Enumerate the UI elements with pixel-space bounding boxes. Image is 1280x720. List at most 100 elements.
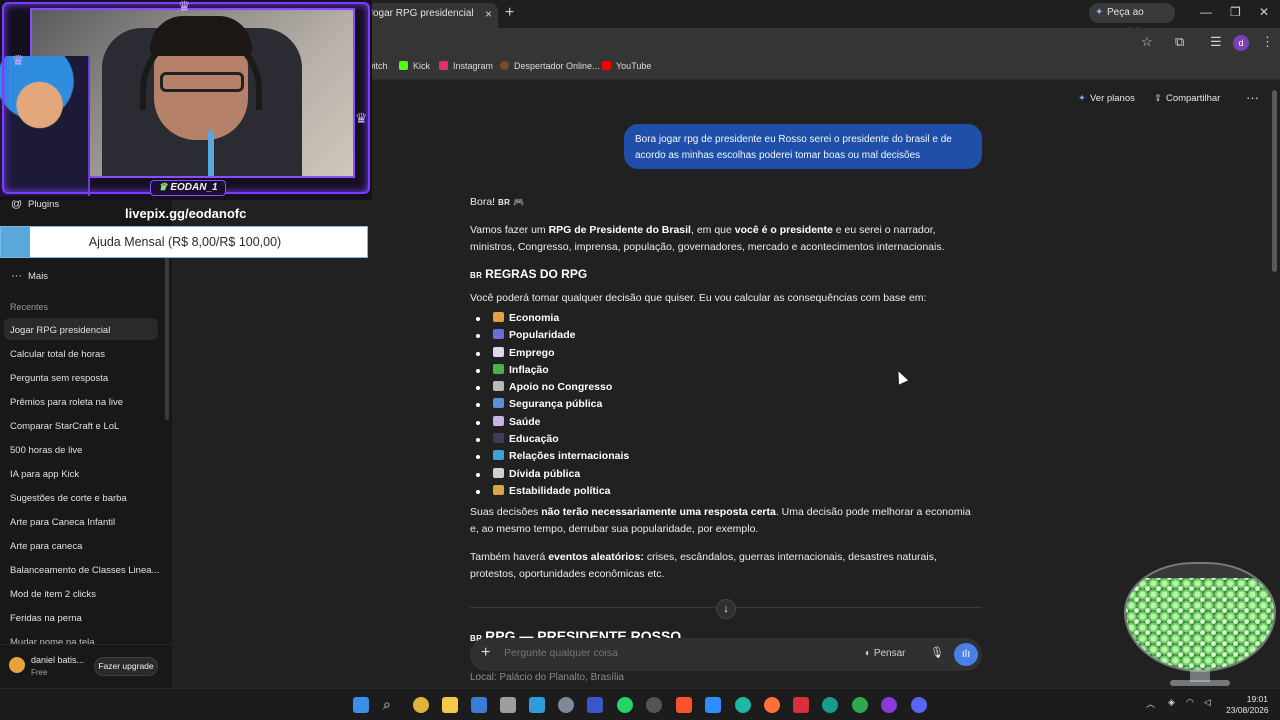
brave-icon[interactable] bbox=[676, 697, 692, 713]
start-icon[interactable] bbox=[353, 697, 369, 713]
user-avatar[interactable] bbox=[9, 657, 25, 673]
rule-emoji-icon bbox=[493, 381, 504, 392]
cartoon-avatar-image bbox=[0, 56, 90, 196]
sidebar-recent-item[interactable]: Feridas na perna bbox=[10, 613, 82, 624]
sidebar-recent-item[interactable]: Prêmios para roleta na live bbox=[10, 397, 123, 408]
rule-item: Relações internacionais bbox=[470, 448, 982, 465]
bowl-contents bbox=[1126, 578, 1274, 670]
minimize-icon[interactable]: — bbox=[1200, 5, 1212, 19]
whatsapp-icon[interactable] bbox=[617, 697, 633, 713]
taskbar-clock[interactable]: 19:01 23/08/2026 bbox=[1226, 694, 1269, 716]
scroll-down-button[interactable]: ↓ bbox=[716, 599, 736, 619]
sidebar-recent-item[interactable]: Sugestões de corte e barba bbox=[10, 493, 127, 504]
stream-overlay: ♛ ♛ ♛ ♛ EODAN_1 bbox=[0, 0, 372, 200]
message-input[interactable] bbox=[504, 647, 834, 659]
sidebar-recent-item[interactable]: Comparar StarCraft e LoL bbox=[10, 421, 119, 432]
sidebar-recent-item[interactable]: Arte para Caneca Infantil bbox=[10, 517, 115, 528]
rule-emoji-icon bbox=[493, 467, 504, 478]
user-name[interactable]: daniel batis... bbox=[31, 655, 84, 665]
donation-goal-bar: Ajuda Mensal (R$ 8,00/R$ 100,00) bbox=[0, 226, 368, 258]
browser-tab-active[interactable]: Jogar RPG presidencial × bbox=[356, 3, 498, 28]
plans-button[interactable]: ✦ Ver planos bbox=[1078, 93, 1135, 104]
restore-icon[interactable]: ❐ bbox=[1230, 5, 1241, 19]
settings-icon[interactable] bbox=[558, 697, 574, 713]
more-options-icon[interactable]: ··· bbox=[1246, 90, 1259, 105]
rule-emoji-icon bbox=[493, 484, 504, 495]
main-scrollbar[interactable] bbox=[1272, 90, 1277, 272]
decisions-paragraph: Suas decisões não terão necessariamente … bbox=[470, 506, 971, 536]
voice-mode-button[interactable]: ılı bbox=[954, 643, 978, 666]
chrome-icon[interactable] bbox=[413, 697, 429, 713]
youtube-icon bbox=[602, 61, 611, 70]
sidebar-scrollbar[interactable] bbox=[165, 230, 169, 420]
network-icon[interactable]: ◈ bbox=[1168, 697, 1175, 708]
tab-close-icon[interactable]: × bbox=[485, 3, 492, 25]
sidebar-recent-item[interactable]: Balanceamento de Classes Linea... bbox=[10, 565, 159, 576]
reading-list-icon[interactable]: ☰ bbox=[1210, 34, 1222, 50]
greeting: Bora! BR 🎮 bbox=[470, 196, 525, 208]
glasses bbox=[160, 72, 244, 92]
share-button[interactable]: ⇪ Compartilhar bbox=[1154, 93, 1220, 104]
rule-item: Dívida pública bbox=[470, 466, 982, 483]
bookmark-kick[interactable]: Kick bbox=[399, 61, 430, 71]
edge-icon[interactable] bbox=[735, 697, 751, 713]
volume-icon[interactable]: ◁ bbox=[1204, 697, 1211, 708]
remote-icon[interactable] bbox=[529, 697, 545, 713]
upgrade-button[interactable]: Fazer upgrade bbox=[94, 657, 158, 676]
app-icon[interactable] bbox=[705, 697, 721, 713]
discord-icon[interactable] bbox=[911, 697, 927, 713]
vivaldi-icon[interactable] bbox=[793, 697, 809, 713]
gemini-button[interactable]: ✦ Peça ao Gemini bbox=[1089, 3, 1175, 38]
app-icon[interactable] bbox=[587, 697, 603, 713]
think-button[interactable]: ◐ Pensar bbox=[865, 648, 906, 659]
tray-chevron-icon[interactable]: ︿ bbox=[1146, 697, 1155, 710]
recents-heading: Recentes bbox=[10, 302, 49, 312]
plus-icon[interactable]: + bbox=[481, 644, 490, 662]
search-icon[interactable]: ⌕ bbox=[383, 696, 391, 713]
screen: Jogar RPG presidencial × + ✦ Peça ao Gem… bbox=[0, 0, 1280, 720]
user-message-bubble: Bora jogar rpg de presidente eu Rosso se… bbox=[624, 124, 982, 169]
user-plan: Free bbox=[31, 668, 48, 677]
crown-icon: ♛ bbox=[355, 110, 368, 126]
sidebar-recent-item[interactable]: Arte para caneca bbox=[10, 541, 82, 552]
tab-title: Jogar RPG presidencial bbox=[368, 8, 474, 19]
calculator-icon[interactable] bbox=[500, 697, 516, 713]
rules-list: Economia Popularidade Emprego Inflação Apoio… bbox=[470, 310, 982, 500]
sidebar-item-plugins[interactable]: Plugins bbox=[28, 199, 59, 210]
sidebar-recent-item[interactable]: Mod de item 2 clicks bbox=[10, 589, 96, 600]
opera-icon[interactable] bbox=[881, 697, 897, 713]
microphone-stick bbox=[208, 130, 214, 176]
obs-icon[interactable] bbox=[646, 697, 662, 713]
bookmark-star-icon[interactable]: ☆ bbox=[1141, 34, 1153, 50]
file-explorer-icon[interactable] bbox=[442, 697, 458, 713]
sidebar-recent-item[interactable]: Jogar RPG presidencial bbox=[10, 325, 110, 336]
new-tab-icon[interactable]: + bbox=[505, 4, 514, 22]
bookmark-despertador[interactable]: Despertador Online... bbox=[500, 61, 600, 71]
sidebar-item-mais[interactable]: Mais bbox=[28, 271, 48, 282]
sidebar-recent-item[interactable]: 500 horas de live bbox=[10, 445, 82, 456]
sidebar-recent-item[interactable]: Pergunta sem resposta bbox=[10, 373, 108, 384]
app-icon[interactable] bbox=[822, 697, 838, 713]
more-icon: ··· bbox=[11, 270, 22, 282]
firefox-icon[interactable] bbox=[764, 697, 780, 713]
photos-icon[interactable] bbox=[471, 697, 487, 713]
sidebar-recent-item[interactable]: IA para app Kick bbox=[10, 469, 79, 480]
sparkle-icon: ✦ bbox=[1078, 93, 1086, 104]
app-icon[interactable] bbox=[852, 697, 868, 713]
extensions-icon[interactable]: ⧉ bbox=[1175, 34, 1184, 50]
gemini-sparkle-icon: ✦ bbox=[1095, 7, 1104, 18]
sidebar-recent-item[interactable]: Calcular total de horas bbox=[10, 349, 105, 360]
microphone-icon[interactable]: 🎙 bbox=[930, 646, 944, 659]
alarm-icon bbox=[500, 61, 509, 70]
goal-text: Ajuda Mensal (R$ 8,00/R$ 100,00) bbox=[88, 235, 282, 249]
wifi-icon[interactable]: ◠ bbox=[1186, 697, 1194, 708]
assistant-message: Bora! BR 🎮 Vamos fazer um RPG de Presiden… bbox=[470, 194, 982, 583]
bookmark-instagram[interactable]: Instagram bbox=[439, 61, 493, 71]
profile-avatar[interactable]: d bbox=[1233, 35, 1249, 51]
clock-date: 23/08/2026 bbox=[1226, 705, 1269, 715]
bowl-base bbox=[1170, 680, 1230, 686]
bookmark-youtube[interactable]: YouTube bbox=[602, 61, 651, 71]
browser-menu-icon[interactable]: ⋮ bbox=[1261, 34, 1274, 50]
window-close-icon[interactable]: ✕ bbox=[1259, 5, 1269, 19]
rule-item: Estabilidade política bbox=[470, 483, 982, 500]
